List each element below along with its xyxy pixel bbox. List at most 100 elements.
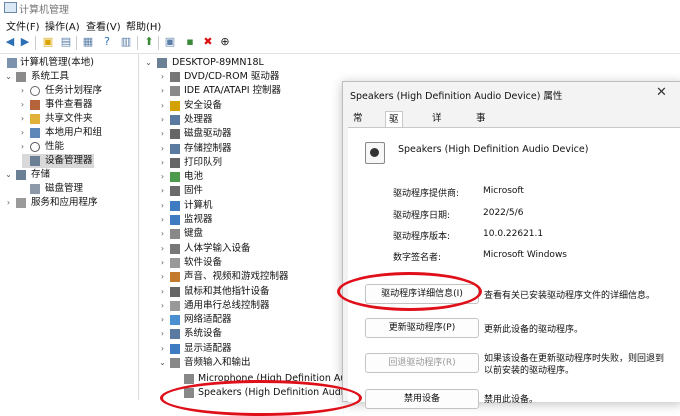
- device-category[interactable]: › IDE ATA/ATAPI 控制器: [158, 84, 358, 98]
- disable-device-button[interactable]: 禁用设备: [365, 389, 479, 409]
- forward-arrow-icon[interactable]: ▶: [19, 36, 31, 48]
- tree-item-task-scheduler[interactable]: › 任务计划程序: [18, 84, 138, 98]
- expand-icon[interactable]: ›: [158, 99, 167, 113]
- expand-icon[interactable]: ›: [158, 184, 167, 198]
- expand-icon[interactable]: ›: [158, 313, 167, 327]
- tree-item-disk-management[interactable]: 磁盘管理: [18, 182, 138, 196]
- show-pane-icon[interactable]: ▥: [120, 36, 132, 48]
- device-category-icon: [170, 358, 180, 368]
- clock-icon: [30, 86, 40, 96]
- device-category[interactable]: › 键盘: [158, 227, 358, 241]
- expand-icon[interactable]: ›: [158, 285, 167, 299]
- expand-icon[interactable]: ›: [158, 256, 167, 270]
- download-icon[interactable]: ⊕: [219, 36, 231, 48]
- computer-icon: [157, 58, 167, 68]
- tree-item-system-tools[interactable]: ⌄ 系统工具: [4, 70, 138, 84]
- button-desc: 禁用此设备。: [484, 395, 539, 405]
- expand-icon[interactable]: ›: [18, 112, 27, 126]
- device-category[interactable]: › 声音、视频和游戏控制器: [158, 270, 358, 284]
- menu-bar: 文件(F) 操作(A) 查看(V) 帮助(H): [0, 15, 680, 33]
- tab-events[interactable]: 事件: [473, 111, 489, 140]
- tree-item-services-apps[interactable]: › 服务和应用程序: [4, 196, 138, 210]
- device-category[interactable]: › 处理器: [158, 113, 358, 127]
- tree-item-performance[interactable]: › 性能: [18, 140, 138, 154]
- device-category[interactable]: › 网络适配器: [158, 313, 358, 327]
- device-category[interactable]: › 存储控制器: [158, 142, 358, 156]
- rollback-driver-button[interactable]: 回退驱动程序(R): [365, 353, 479, 373]
- menu-view[interactable]: 查看(V): [86, 18, 121, 33]
- scan-hardware-icon[interactable]: ▣: [164, 36, 176, 48]
- expand-icon[interactable]: ›: [158, 142, 167, 156]
- expand-icon[interactable]: ›: [4, 196, 13, 210]
- title-bar: 计算机管理: [0, 0, 680, 16]
- device-category[interactable]: › 系统设备: [158, 327, 358, 341]
- storage-icon: [16, 170, 26, 180]
- prop-value: 2022/5/6: [483, 208, 524, 218]
- expand-icon[interactable]: ›: [158, 199, 167, 213]
- collapse-icon[interactable]: ⌄: [158, 356, 167, 370]
- collapse-icon[interactable]: ⌄: [4, 70, 13, 84]
- menu-help[interactable]: 帮助(H): [126, 18, 161, 33]
- tree-item-local-users[interactable]: › 本地用户和组: [18, 126, 138, 140]
- event-viewer-icon: [30, 100, 40, 110]
- device-category-icon: [170, 114, 180, 125]
- device-category[interactable]: › 软件设备: [158, 256, 358, 270]
- device-category[interactable]: › 监视器: [158, 213, 358, 227]
- expand-icon[interactable]: ›: [158, 70, 167, 84]
- expand-icon[interactable]: ›: [158, 270, 167, 284]
- device-tree-root[interactable]: ⌄ DESKTOP-89MN18L: [144, 56, 344, 70]
- expand-icon[interactable]: ›: [158, 242, 167, 256]
- collapse-icon[interactable]: ⌄: [144, 56, 153, 70]
- tab-driver[interactable]: 驱动程序: [385, 111, 403, 173]
- device-category-icon: [170, 229, 180, 240]
- device-category[interactable]: › 显示适配器: [158, 342, 358, 356]
- menu-action[interactable]: 操作(A): [45, 18, 80, 33]
- expand-icon[interactable]: ›: [158, 113, 167, 127]
- tree-item-shared-folders[interactable]: › 共享文件夹: [18, 112, 138, 126]
- device-category[interactable]: › DVD/CD-ROM 驱动器: [158, 70, 358, 84]
- delete-icon[interactable]: ✖: [202, 36, 214, 48]
- close-icon[interactable]: ✕: [656, 85, 667, 100]
- device-category[interactable]: › 磁盘驱动器: [158, 127, 358, 141]
- properties-icon[interactable]: ▦: [82, 36, 94, 48]
- expand-icon[interactable]: ›: [18, 126, 27, 140]
- expand-icon[interactable]: ›: [158, 342, 167, 356]
- tree-item-device-manager[interactable]: 设备管理器: [22, 154, 94, 168]
- expand-icon[interactable]: ›: [158, 156, 167, 170]
- device-category[interactable]: › 人体学输入设备: [158, 242, 358, 256]
- device-category[interactable]: ⌄ 音频输入和输出: [158, 356, 358, 370]
- device-category[interactable]: › 打印队列: [158, 156, 358, 170]
- device-category[interactable]: › 电池: [158, 170, 358, 184]
- console-tree-icon[interactable]: ▤: [60, 36, 72, 48]
- enable-icon[interactable]: ▪: [184, 36, 196, 48]
- expand-icon[interactable]: ›: [158, 170, 167, 184]
- expand-icon[interactable]: ›: [158, 84, 167, 98]
- back-arrow-icon[interactable]: ◀: [4, 36, 16, 48]
- tree-item-computer-mgmt[interactable]: 计算机管理(本地): [2, 56, 136, 70]
- expand-icon[interactable]: ›: [158, 327, 167, 341]
- folder-up-icon[interactable]: ▣: [42, 36, 54, 48]
- dialog-title: Speakers (High Definition Audio Device) …: [350, 91, 563, 102]
- expand-icon[interactable]: ›: [158, 227, 167, 241]
- tab-general[interactable]: 常规: [350, 111, 366, 140]
- device-category-icon: [170, 286, 180, 297]
- expand-icon[interactable]: ›: [158, 213, 167, 227]
- device-category[interactable]: › 固件: [158, 184, 358, 198]
- help-icon[interactable]: ?: [101, 36, 113, 48]
- menu-file[interactable]: 文件(F): [6, 18, 40, 33]
- update-driver-icon[interactable]: ⬆: [143, 36, 155, 48]
- collapse-icon[interactable]: ⌄: [4, 168, 13, 182]
- device-category[interactable]: › 安全设备: [158, 99, 358, 113]
- update-driver-button[interactable]: 更新驱动程序(P): [365, 318, 479, 338]
- tree-item-storage[interactable]: ⌄ 存储: [4, 168, 138, 182]
- expand-icon[interactable]: ›: [158, 299, 167, 313]
- device-category[interactable]: › 计算机: [158, 199, 358, 213]
- device-category[interactable]: › 鼠标和其他指针设备: [158, 285, 358, 299]
- expand-icon[interactable]: ›: [18, 140, 27, 154]
- tree-item-event-viewer[interactable]: › 事件查看器: [18, 98, 138, 112]
- expand-icon[interactable]: ›: [18, 84, 27, 98]
- expand-icon[interactable]: ›: [158, 127, 167, 141]
- device-category[interactable]: › 通用串行总线控制器: [158, 299, 358, 313]
- tab-details[interactable]: 详细信息: [429, 111, 445, 172]
- expand-icon[interactable]: ›: [18, 98, 27, 112]
